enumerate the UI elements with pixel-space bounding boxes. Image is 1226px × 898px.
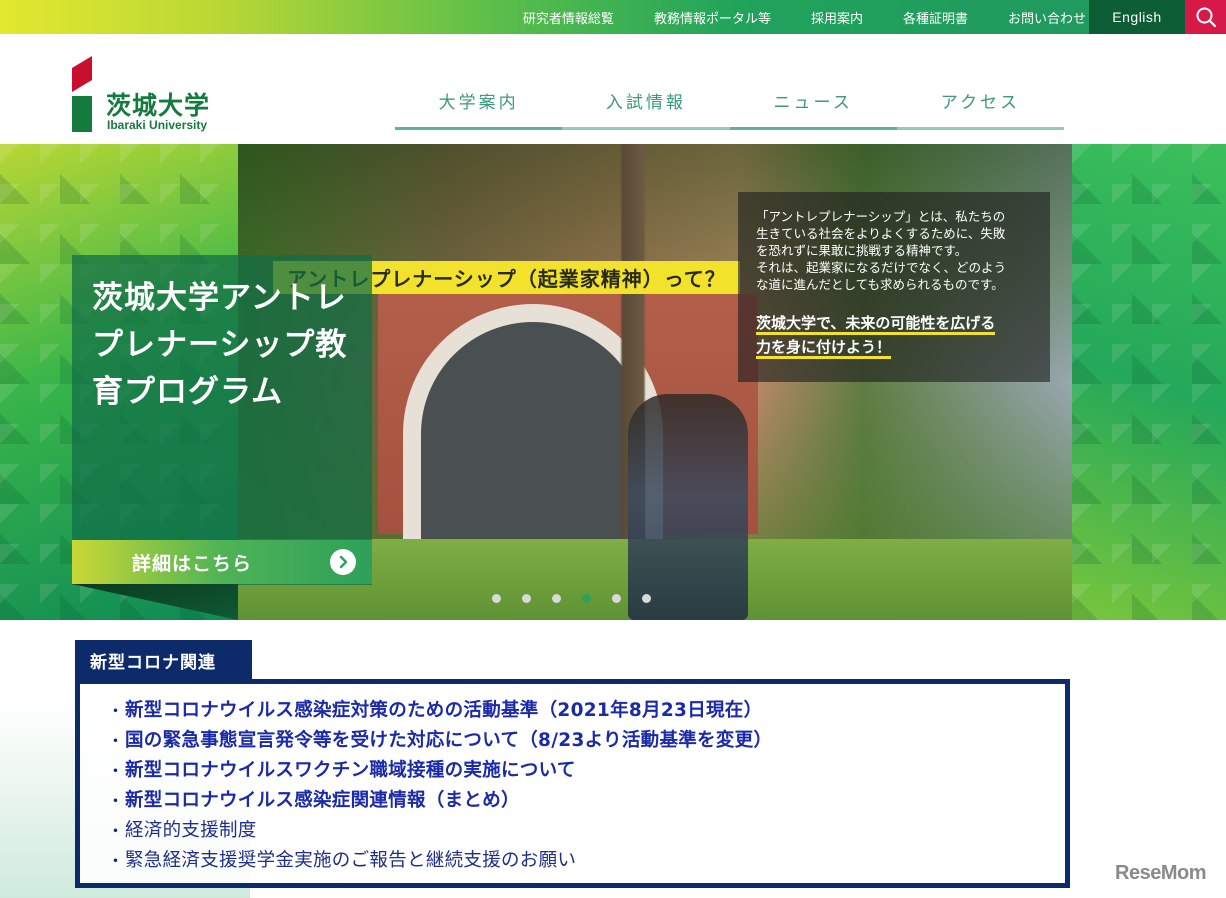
slide-description-line: それは、起業家になるだけでなく、どのよう [756,260,1007,275]
link-researcher-directory[interactable]: 研究者情報総覧 [523,8,614,27]
list-item[interactable]: ・ 国の緊急事態宣言発令等を受けた対応について（8/23より活動基準を変更） [107,724,1065,754]
slider-dot[interactable] [642,594,651,603]
slide-highlight-line: 力を身に付けよう！ [756,338,892,359]
hero-title-card: 茨城大学アントレプレナーシップ教育プログラム [72,255,372,585]
corona-link[interactable]: 経済的支援制度 [125,816,257,842]
university-logo[interactable]: 茨城大学 Ibaraki University [72,56,232,136]
slide-description-line: な道に進んだとしても求められるものです。 [756,277,1004,292]
search-icon [1196,7,1216,28]
hero-title: 茨城大学アントレプレナーシップ教育プログラム [92,280,348,410]
list-bullet: ・ [107,791,124,812]
list-item[interactable]: ・ 新型コロナウイルス感染症関連情報（まとめ） [107,784,1065,814]
list-item[interactable]: ・ 新型コロナウイルス感染症対策のための活動基準（2021年8月23日現在） [107,694,1065,724]
corona-link[interactable]: 新型コロナウイルス感染症対策のための活動基準（2021年8月23日現在） [125,696,762,722]
logo-mark-icon [72,56,92,132]
details-button-label: 詳細はこちら [132,552,253,575]
link-recruitment[interactable]: 採用案内 [811,8,863,27]
utility-links: 研究者情報総覧 教務情報ポータル等 採用案内 各種証明書 お問い合わせ [483,0,1086,34]
list-item[interactable]: ・ 新型コロナウイルスワクチン職域接種の実施について [107,754,1065,784]
watermark-logo: ReseMom [1115,862,1206,884]
chevron-right-icon [330,549,356,575]
nav-admissions[interactable]: 入試情報 [562,80,730,130]
slide-description-box: 「アントレプレナーシップ」とは、私たちの 生きている社会をよりよくするために、失… [738,192,1050,382]
corona-link[interactable]: 新型コロナウイルスワクチン職域接種の実施について [125,756,576,782]
list-bullet: ・ [107,761,124,782]
slide-description-line: を恐れずに果敢に挑戦する精神です。 [756,243,968,258]
list-bullet: ・ [107,731,124,752]
nav-news[interactable]: ニュース [729,80,898,130]
list-item[interactable]: ・ 経済的支援制度 [107,814,1065,844]
logo-english-name: Ibaraki University [107,118,208,132]
slide-highlight-line: 茨城大学で、未来の可能性を広げる [756,314,996,335]
list-bullet: ・ [107,701,124,722]
link-contact[interactable]: お問い合わせ [1008,8,1086,27]
top-utility-bar: 研究者情報総覧 教務情報ポータル等 採用案内 各種証明書 お問い合わせ Engl… [0,0,1226,34]
slider-dot[interactable] [492,594,501,603]
global-navigation: 大学案内 入試情報 ニュース アクセス [395,80,1065,130]
slider-dot[interactable] [612,594,621,603]
slider-dot[interactable] [522,594,531,603]
nav-about[interactable]: 大学案内 [395,80,563,130]
search-button[interactable] [1185,0,1226,34]
list-bullet: ・ [107,851,124,872]
link-certificates[interactable]: 各種証明書 [903,8,968,27]
slider-pagination [492,594,672,604]
list-item[interactable]: ・ 緊急経済支援奨学金実施のご報告と継続支援のお願い [107,844,1065,874]
corona-links-box: ・ 新型コロナウイルス感染症対策のための活動基準（2021年8月23日現在） ・… [75,679,1070,888]
corona-section-title: 新型コロナ関連 [75,640,252,680]
corona-link[interactable]: 緊急経済支援奨学金実施のご報告と継続支援のお願い [125,846,576,872]
english-button[interactable]: English [1089,0,1185,34]
details-button[interactable]: 詳細はこちら [72,540,372,584]
slider-dot-active[interactable] [582,594,591,603]
corona-link[interactable]: 新型コロナウイルス感染症関連情報（まとめ） [125,786,520,812]
slide-description-line: 「アントレプレナーシップ」とは、私たちの [756,209,1006,224]
slide-description-line: 生きている社会をよりよくするために、失敗 [756,226,1006,241]
hero-pattern-right [1072,144,1226,620]
logo-japanese-name: 茨城大学 [106,91,211,120]
nav-access[interactable]: アクセス [896,80,1065,130]
photo-students [628,394,748,620]
site-header: 茨城大学 Ibaraki University 大学案内 入試情報 ニュース ア… [0,34,1226,144]
corona-link[interactable]: 国の緊急事態宣言発令等を受けた対応について（8/23より活動基準を変更） [125,726,772,752]
slide-highlight: 茨城大学で、未来の可能性を広げる 力を身に付けよう！ [756,311,1036,359]
list-bullet: ・ [107,821,124,842]
hero-slider: アントレプレナーシップ（起業家精神）って？ 「アントレプレナーシップ」とは、私た… [0,144,1226,620]
link-academic-portal[interactable]: 教務情報ポータル等 [654,8,771,27]
slider-dot[interactable] [552,594,561,603]
